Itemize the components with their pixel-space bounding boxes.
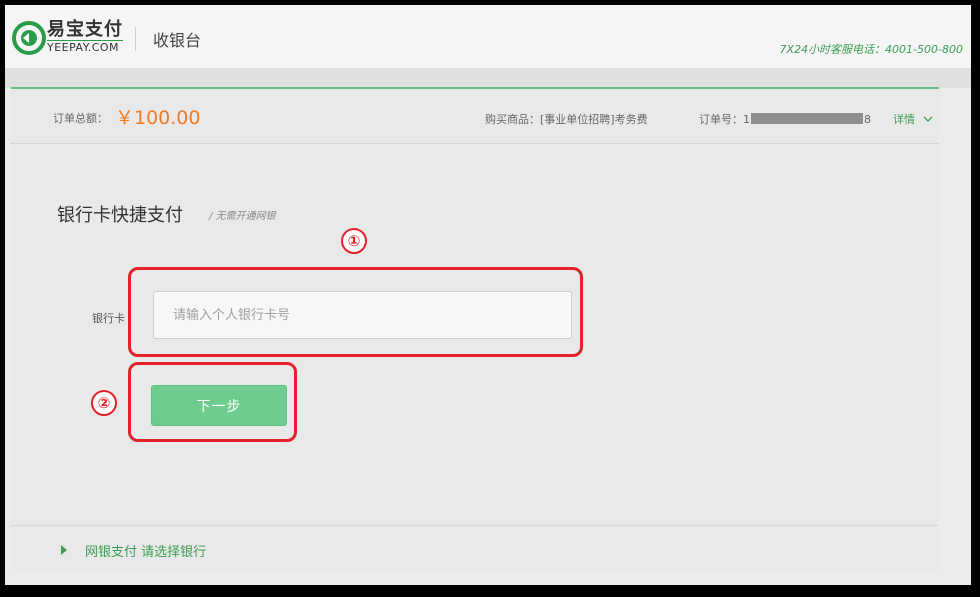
annotation-box-next-button [128,362,297,442]
section-title: 银行卡快捷支付 [57,205,183,226]
brand-name: 易宝支付 [47,19,123,40]
page-title: 收银台 [153,31,202,50]
product-info: 购买商品：[事业单位招聘]考务费 [485,113,648,126]
brand-domain: YEEPAY.COM [47,40,123,54]
netbank-payment-row[interactable]: 网银支付 请选择银行 [11,525,939,574]
chevron-down-icon [923,116,932,122]
order-summary: 订单总额： ￥100.00 购买商品：[事业单位招聘]考务费 订单号：1 8 详情 [11,89,939,144]
order-number-redaction [751,113,863,124]
caret-right-icon [61,545,67,555]
order-number: 订单号：1 8 [699,111,871,127]
brand: 易宝支付 YEEPAY.COM [47,20,123,54]
annotation-box-card-input [128,267,583,357]
order-total-value: ￥100.00 [115,107,201,129]
yeepay-logo-icon [12,21,46,55]
header-divider [135,27,136,51]
annotation-step-1: ① [341,228,367,254]
order-detail-toggle[interactable]: 详情 [893,111,933,127]
annotation-step-2: ② [91,390,117,416]
cashier-window: 易宝支付 YEEPAY.COM 收银台 7X24小时客服电话：4001-500-… [5,5,971,585]
bank-card-label: 银行卡 [92,312,125,325]
order-number-prefix: 订单号：1 [699,113,750,126]
order-total-label: 订单总额： [53,112,108,125]
header: 易宝支付 YEEPAY.COM 收银台 7X24小时客服电话：4001-500-… [5,5,971,69]
service-hotline: 7X24小时客服电话：4001-500-800 [779,43,963,56]
order-detail-label: 详情 [893,113,915,126]
order-number-suffix: 8 [864,113,871,126]
section-subtitle: / 无需开通网银 [209,211,276,222]
netbank-payment-link[interactable]: 网银支付 请选择银行 [85,541,206,560]
header-strip [5,68,971,88]
